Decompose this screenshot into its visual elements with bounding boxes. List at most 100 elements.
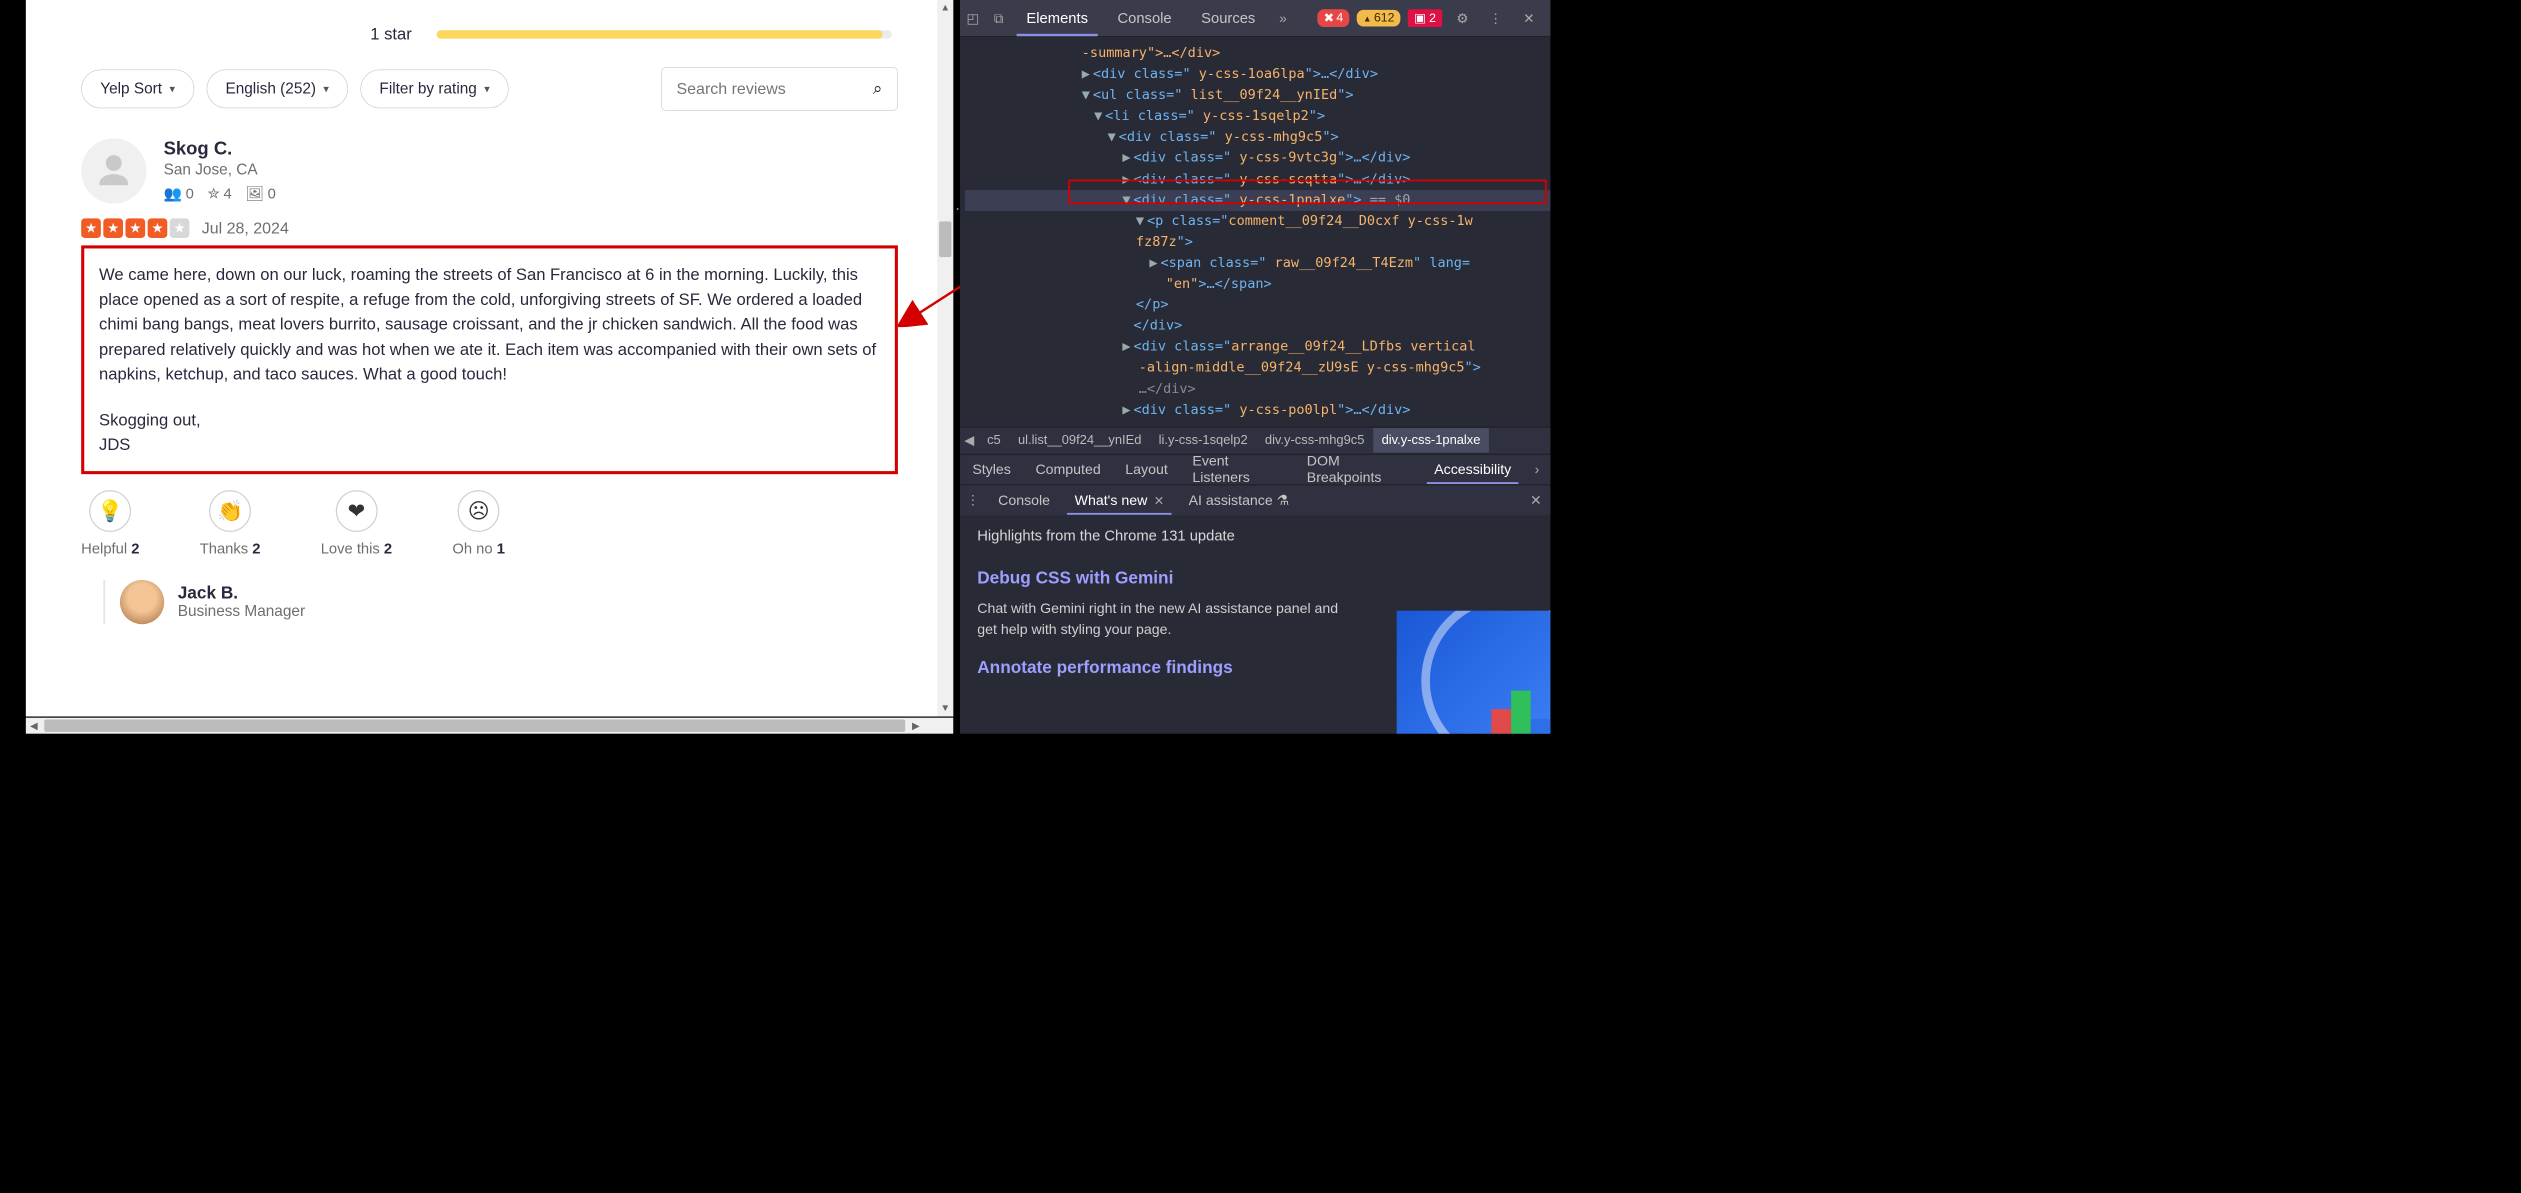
search-icon[interactable]: ⌕ <box>873 79 883 99</box>
vertical-scrollbar[interactable]: ▲ ▼ <box>937 0 953 716</box>
review-paragraph-2: Skogging out, JDS <box>99 407 880 457</box>
rating-distribution-row: 1 star <box>81 25 898 44</box>
owner-role: Business Manager <box>178 603 305 621</box>
close-icon[interactable]: ✕ <box>1530 492 1542 509</box>
ohno-label: Oh no 1 <box>452 540 505 557</box>
star-filled-icon: ★ <box>148 218 168 238</box>
errors-badge[interactable]: ✖ 4 <box>1318 9 1350 27</box>
dom-node[interactable]: -summary">…</div> <box>1082 46 1220 61</box>
review-user: Skog C. San Jose, CA 👥0 ✮4 🖼0 <box>81 138 898 203</box>
filter-rating-label: Filter by rating <box>379 80 476 98</box>
tab-styles[interactable]: Styles <box>960 455 1023 484</box>
reviews-stat: ✮4 <box>207 185 231 203</box>
issues-badge[interactable]: ▣ 2 <box>1408 9 1442 27</box>
user-name[interactable]: Skog C. <box>164 138 276 159</box>
rating-bar <box>436 30 891 39</box>
filter-rating-dropdown[interactable]: Filter by rating ▾ <box>360 69 508 108</box>
star-empty-icon: ★ <box>170 218 190 238</box>
camera-icon: 🖼 <box>245 185 264 203</box>
love-button[interactable]: ❤ <box>336 490 378 532</box>
tab-computed[interactable]: Computed <box>1023 455 1113 484</box>
search-reviews[interactable]: ⌕ <box>661 67 898 111</box>
tab-layout[interactable]: Layout <box>1113 455 1180 484</box>
chevron-right-icon[interactable]: › <box>1524 461 1551 478</box>
kebab-menu-icon[interactable]: ⋮ <box>1483 5 1509 31</box>
chevron-down-icon: ▾ <box>169 82 175 95</box>
star-filled-icon: ★ <box>125 218 145 238</box>
close-icon[interactable]: ✕ <box>1516 5 1542 31</box>
dom-tree[interactable]: -summary">…</div> ▶<div class=" y-css-1o… <box>960 37 1550 427</box>
ohno-button[interactable]: ☹ <box>458 490 500 532</box>
tab-dom-breakpoints[interactable]: DOM Breakpoints <box>1294 447 1421 493</box>
devtools-panel: ◰ ⧉ Elements Console Sources » ✖ 4 612 ▣… <box>960 0 1550 734</box>
tab-accessibility[interactable]: Accessibility <box>1422 455 1524 484</box>
sort-dropdown[interactable]: Yelp Sort ▾ <box>81 69 194 108</box>
chevron-down-icon: ▾ <box>484 82 490 95</box>
scroll-thumb[interactable] <box>44 720 905 732</box>
user-stats: 👥0 ✮4 🖼0 <box>164 185 276 203</box>
close-icon[interactable]: ✕ <box>1151 494 1164 508</box>
drawer-tabbar: ⋮ Console What's new ✕ AI assistance ⚗ ✕ <box>960 484 1550 515</box>
tab-console[interactable]: Console <box>1103 1 1187 35</box>
search-input[interactable] <box>677 79 862 98</box>
drawer-tab-console[interactable]: Console <box>986 486 1063 515</box>
clap-icon: 👏 <box>217 498 243 523</box>
inspect-element-icon[interactable]: ◰ <box>960 5 986 31</box>
friends-icon: 👥 <box>164 185 182 203</box>
breadcrumb-left-arrow-icon[interactable]: ◀ <box>960 433 978 448</box>
star-filled-icon: ★ <box>81 218 101 238</box>
scroll-right-arrow-icon[interactable]: ▶ <box>908 718 924 734</box>
love-label: Love this 2 <box>321 540 392 557</box>
thanks-button[interactable]: 👏 <box>209 490 251 532</box>
user-location: San Jose, CA <box>164 161 276 179</box>
drawer-tab-whatsnew[interactable]: What's new ✕ <box>1062 486 1176 515</box>
tab-elements[interactable]: Elements <box>1012 1 1103 35</box>
scroll-left-arrow-icon[interactable]: ◀ <box>26 718 42 734</box>
scroll-thumb[interactable] <box>939 221 951 257</box>
star-icon: ✮ <box>207 185 219 203</box>
flask-icon: ⚗ <box>1277 492 1290 508</box>
review-actions: 💡 Helpful 2 👏 Thanks 2 ❤ Love this 2 ☹ O… <box>81 490 898 558</box>
more-tabs-icon[interactable]: » <box>1270 5 1296 31</box>
review-date: Jul 28, 2024 <box>202 219 289 238</box>
rating-bar-fill <box>436 30 882 39</box>
browser-content: 1 star Yelp Sort ▾ English (252) ▾ Filte… <box>26 0 953 716</box>
selected-dom-node[interactable]: ▼<div class=" y-css-1pnalxe"> == $0 <box>965 190 1550 211</box>
scroll-up-arrow-icon[interactable]: ▲ <box>937 0 953 16</box>
drawer-tab-ai[interactable]: AI assistance ⚗ <box>1176 486 1301 515</box>
whatsnew-paragraph-1: Chat with Gemini right in the new AI ass… <box>977 598 1358 640</box>
review-text-highlighted: We came here, down on our luck, roaming … <box>81 245 898 473</box>
person-icon <box>95 152 133 190</box>
owner-reply: Jack B. Business Manager <box>103 580 898 624</box>
helpful-label: Helpful 2 <box>81 540 139 557</box>
rating-1star-label: 1 star <box>370 25 412 44</box>
styles-tabbar: Styles Computed Layout Event Listeners D… <box>960 454 1550 485</box>
friends-stat: 👥0 <box>164 185 194 203</box>
whatsnew-heading-1[interactable]: Debug CSS with Gemini <box>977 568 1533 588</box>
avatar[interactable] <box>81 138 146 203</box>
whatsnew-illustration <box>1397 611 1551 734</box>
photos-stat: 🖼0 <box>245 185 276 203</box>
thanks-label: Thanks 2 <box>200 540 261 557</box>
sort-label: Yelp Sort <box>100 80 162 98</box>
language-label: English (252) <box>225 80 316 98</box>
breadcrumb-item[interactable]: ul.list__09f24__ynIEd <box>1009 428 1150 453</box>
helpful-button[interactable]: 💡 <box>89 490 131 532</box>
star-filled-icon: ★ <box>103 218 123 238</box>
gear-icon[interactable]: ⚙ <box>1450 5 1476 31</box>
kebab-menu-icon[interactable]: ⋮ <box>960 487 986 513</box>
horizontal-scrollbar[interactable]: ◀ ▶ <box>26 718 953 734</box>
lightbulb-icon: 💡 <box>97 498 123 523</box>
warnings-badge[interactable]: 612 <box>1357 10 1401 27</box>
scroll-down-arrow-icon[interactable]: ▼ <box>937 700 953 716</box>
breadcrumb-item[interactable]: c5 <box>978 428 1009 453</box>
language-dropdown[interactable]: English (252) ▾ <box>206 69 348 108</box>
review-paragraph-1: We came here, down on our luck, roaming … <box>99 262 880 387</box>
owner-avatar[interactable] <box>120 580 164 624</box>
device-toggle-icon[interactable]: ⧉ <box>986 5 1012 31</box>
devtools-tabbar: ◰ ⧉ Elements Console Sources » ✖ 4 612 ▣… <box>960 0 1550 37</box>
heart-icon: ❤ <box>348 498 366 523</box>
owner-name[interactable]: Jack B. <box>178 583 305 603</box>
tab-sources[interactable]: Sources <box>1186 1 1270 35</box>
star-rating: ★ ★ ★ ★ ★ <box>81 218 189 238</box>
